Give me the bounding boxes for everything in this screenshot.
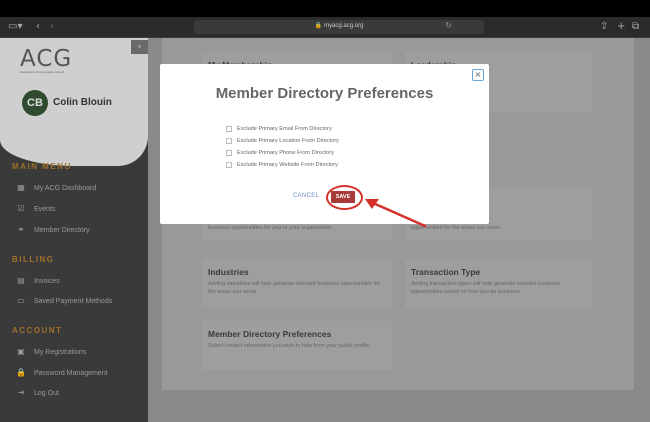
annotation-arrow bbox=[365, 199, 427, 228]
